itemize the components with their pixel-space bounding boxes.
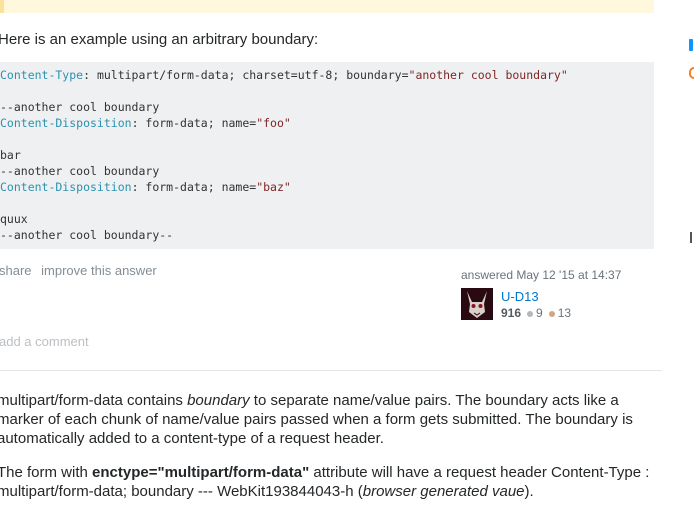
reputation-row: 916 9 13 bbox=[501, 305, 571, 322]
code-line: bar bbox=[0, 148, 21, 162]
answered-time: answered May 12 '15 at 14:37 bbox=[461, 268, 622, 282]
code-line: --another cool boundary bbox=[0, 100, 160, 114]
text-span: multipart/form-data contains bbox=[0, 392, 188, 409]
post-menu: share improve this answer bbox=[0, 263, 163, 278]
emphasis-text: browser generated vaue bbox=[362, 483, 525, 500]
add-comment-link[interactable]: add a comment bbox=[0, 334, 89, 349]
reputation-score: 916 bbox=[501, 306, 522, 320]
share-link[interactable]: share bbox=[0, 263, 32, 278]
text-span: ). bbox=[524, 483, 534, 500]
answer-intro: Here is an example using an arbitrary bo… bbox=[0, 31, 319, 48]
sidebar-blue-icon[interactable] bbox=[689, 39, 693, 51]
code-line: --another cool boundary bbox=[0, 164, 160, 178]
text-span: The form with bbox=[0, 464, 93, 481]
bronze-badge-count: 13 bbox=[557, 306, 572, 320]
code-line: quux bbox=[0, 212, 28, 226]
silver-badge-icon bbox=[527, 310, 534, 317]
user-card: answered May 12 '15 at 14:37 U-D13 916 9 1… bbox=[461, 266, 641, 322]
bronze-badge-icon bbox=[548, 310, 555, 317]
answer-paragraph-2: The form with enctype="multipart/form-da… bbox=[0, 463, 657, 501]
user-name-link[interactable]: U-D13 bbox=[501, 288, 571, 305]
code-line: Content-Type: multipart/form-data; chars… bbox=[0, 68, 568, 82]
answer-divider bbox=[0, 370, 662, 371]
code-block: Content-Type: multipart/form-data; chars… bbox=[0, 62, 654, 249]
sidebar-dark-icon[interactable] bbox=[690, 232, 693, 243]
silver-badge-count: 9 bbox=[536, 306, 543, 320]
sidebar-orange-icon[interactable] bbox=[689, 67, 694, 79]
notice-box bbox=[0, 0, 654, 13]
code-line: Content-Disposition: form-data; name="ba… bbox=[0, 180, 291, 194]
emphasis-text: boundary bbox=[187, 392, 250, 409]
strong-text: enctype="multipart/form-data" bbox=[92, 464, 310, 481]
avatar-icon bbox=[461, 288, 493, 320]
code-line: --another cool boundary-- bbox=[0, 228, 174, 242]
answer-paragraph-1: multipart/form-data contains boundary to… bbox=[0, 391, 657, 448]
avatar[interactable] bbox=[461, 288, 493, 320]
improve-answer-link[interactable]: improve this answer bbox=[41, 263, 157, 278]
code-line: Content-Disposition: form-data; name="fo… bbox=[0, 116, 291, 130]
